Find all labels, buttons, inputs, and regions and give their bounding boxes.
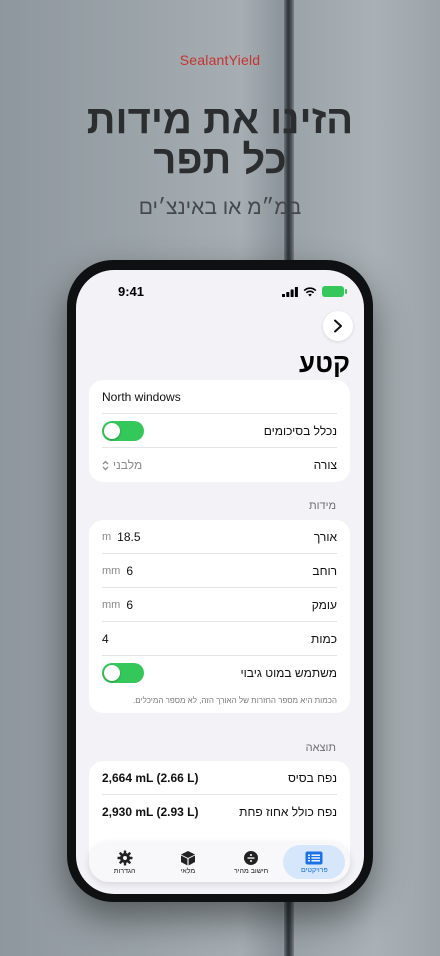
length-label: אורך — [313, 529, 337, 544]
quantity-label: כמות — [311, 631, 337, 646]
dimension-unit: mm — [102, 598, 121, 611]
depth-label: עומק — [311, 597, 337, 612]
base-volume-label: נפח בסיס — [287, 770, 337, 785]
dimension-row[interactable]: mm 6 עומק — [102, 588, 337, 622]
tab-projects[interactable]: פרויקטים — [283, 845, 346, 879]
dimension-row[interactable]: mm 6 רוחב — [102, 554, 337, 588]
tab-quick-calc-label: חישוב מהיר — [233, 867, 269, 875]
chevron-right-icon — [334, 319, 342, 333]
shape-row[interactable]: מלבני צורה — [102, 448, 337, 482]
headline: הזינו את מידות כל תפר — [20, 100, 420, 180]
tab-inventory[interactable]: מלאי — [157, 845, 219, 879]
headline-line-1: הזינו את מידות — [86, 98, 354, 142]
wifi-icon — [303, 286, 317, 296]
base-volume-value: 2,664 mL (2.66 L) — [102, 770, 199, 785]
status-time: 9:41 — [118, 284, 145, 299]
shape-select[interactable]: מלבני — [102, 458, 142, 472]
dimensions-card: m 18.5 אורך mm 6 רוחב mm 6 עומק 4 כמות משתמ… — [89, 520, 350, 713]
waste-volume-value: 2,930 mL (2.93 L) — [102, 805, 199, 819]
battery-icon — [322, 286, 347, 297]
gear-icon — [117, 850, 133, 865]
brand-name: SealantYield — [179, 52, 261, 68]
dimension-unit: mm — [102, 564, 121, 577]
segment-card: North windows נכלל בסיכומים מלבני צורה — [89, 380, 350, 482]
quick-calc-icon — [244, 850, 259, 865]
segment-name-row[interactable]: North windows — [102, 380, 337, 414]
include-label: נכלל בסיכומים — [263, 423, 337, 438]
headline-line-2: כל תפר — [153, 138, 287, 182]
page-title: קטע — [299, 348, 350, 378]
tab-quick-calc[interactable]: חישוב מהיר — [220, 845, 282, 879]
width-label: רוחב — [312, 563, 337, 578]
signal-icon — [282, 286, 298, 297]
backer-rod-row: משתמש במוט גיבוי — [102, 656, 337, 690]
tab-inventory-label: מלאי — [180, 867, 196, 875]
segment-name-input[interactable]: North windows — [102, 390, 181, 404]
width-input[interactable]: 6 — [126, 564, 133, 578]
dimensions-header: מידות — [309, 500, 336, 512]
quantity-footnote: הכמות היא מספר החזרות של האורך הזה, לא מ… — [133, 696, 337, 705]
depth-input[interactable]: 6 — [126, 598, 133, 612]
result-row: 2,664 mL (2.66 L) נפח בסיס — [102, 761, 337, 795]
tab-bar: הגדרות מלאי חישוב מהיר פרויקטים — [89, 842, 350, 882]
length-input[interactable]: 18.5 — [117, 530, 140, 544]
backer-rod-label: משתמש במוט גיבוי — [240, 666, 337, 680]
include-in-totals-row: נכלל בסיכומים — [102, 414, 337, 448]
backer-rod-toggle[interactable] — [102, 663, 144, 683]
projects-icon — [305, 851, 323, 864]
status-icons — [282, 286, 347, 297]
tab-projects-label: פרויקטים — [300, 866, 328, 874]
phone-frame: 9:41 קטע North windows נכלל בסיכומים מלב… — [67, 260, 373, 902]
tab-settings[interactable]: הגדרות — [94, 845, 156, 879]
quantity-input[interactable]: 4 — [102, 632, 109, 646]
subhead: במ״מ או באינצ׳ים — [138, 196, 302, 219]
shape-label: צורה — [313, 458, 337, 472]
result-header: תוצאה — [305, 742, 336, 754]
dimension-unit: m — [102, 530, 112, 543]
phone-screen: 9:41 קטע North windows נכלל בסיכומים מלב… — [76, 270, 364, 894]
dimension-row[interactable]: m 18.5 אורך — [102, 520, 337, 554]
chevron-up-down-icon — [102, 460, 109, 470]
status-bar: 9:41 — [76, 270, 364, 314]
result-row: 2,930 mL (2.93 L) נפח כולל אחוז פחת — [102, 795, 337, 829]
waste-volume-label: נפח כולל אחוז פחת — [239, 805, 337, 819]
shape-value: מלבני — [113, 458, 143, 472]
forward-button[interactable] — [323, 311, 353, 341]
tab-settings-label: הגדרות — [113, 867, 136, 875]
inventory-box-icon — [180, 850, 195, 865]
dimension-row[interactable]: 4 כמות — [102, 622, 337, 656]
include-toggle[interactable] — [102, 420, 144, 441]
